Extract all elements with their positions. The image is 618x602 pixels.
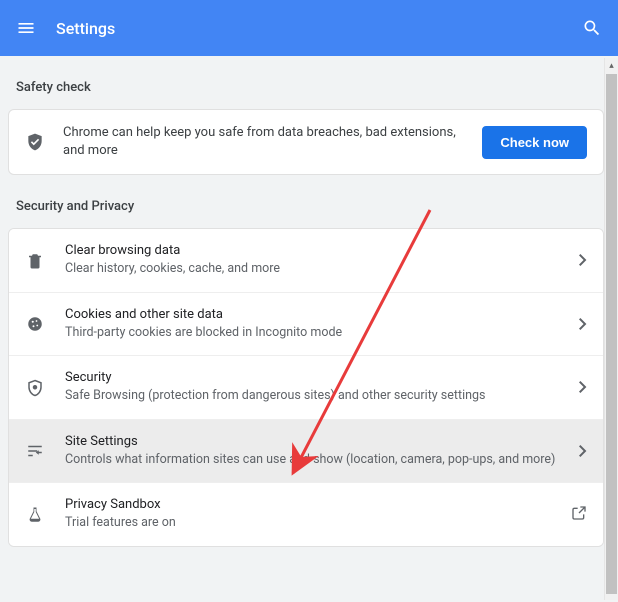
page-title: Settings <box>56 19 115 38</box>
row-sub: Controls what information sites can use … <box>65 451 559 469</box>
cookie-icon <box>25 315 45 333</box>
row-sub: Clear history, cookies, cache, and more <box>65 260 559 278</box>
check-now-button[interactable]: Check now <box>482 126 587 159</box>
row-cookies[interactable]: Cookies and other site data Third-party … <box>9 292 603 356</box>
safety-row: Chrome can help keep you safe from data … <box>9 110 603 174</box>
scroll-thumb[interactable] <box>606 74 617 594</box>
row-title: Privacy Sandbox <box>65 497 551 512</box>
safety-check-heading: Safety check <box>8 56 604 109</box>
row-privacy-sandbox[interactable]: Privacy Sandbox Trial features are on <box>9 482 603 546</box>
chevron-right-icon <box>579 378 587 397</box>
app-header: Settings <box>0 0 618 56</box>
row-clear-browsing-data[interactable]: Clear browsing data Clear history, cooki… <box>9 229 603 292</box>
search-icon[interactable] <box>582 18 602 38</box>
row-security[interactable]: Security Safe Browsing (protection from … <box>9 355 603 419</box>
row-text: Clear browsing data Clear history, cooki… <box>65 243 559 278</box>
row-text: Security Safe Browsing (protection from … <box>65 370 559 405</box>
chevron-right-icon <box>579 315 587 334</box>
content-area: Safety check Chrome can help keep you sa… <box>0 56 618 602</box>
row-text: Site Settings Controls what information … <box>65 434 559 469</box>
row-site-settings[interactable]: Site Settings Controls what information … <box>9 419 603 483</box>
scroll-up-icon[interactable]: ▴ <box>605 58 618 74</box>
flask-icon <box>25 506 45 524</box>
security-privacy-heading: Security and Privacy <box>8 175 604 228</box>
menu-icon[interactable] <box>16 18 36 38</box>
row-text: Cookies and other site data Third-party … <box>65 307 559 342</box>
chevron-right-icon <box>579 442 587 461</box>
row-sub: Safe Browsing (protection from dangerous… <box>65 387 559 405</box>
row-text: Privacy Sandbox Trial features are on <box>65 497 551 532</box>
row-title: Security <box>65 370 559 385</box>
row-title: Cookies and other site data <box>65 307 559 322</box>
tune-icon <box>25 442 45 460</box>
header-left: Settings <box>16 18 115 38</box>
row-sub: Trial features are on <box>65 514 551 532</box>
row-title: Site Settings <box>65 434 559 449</box>
row-sub: Third-party cookies are blocked in Incog… <box>65 324 559 342</box>
open-in-new-icon <box>571 505 587 525</box>
scrollbar[interactable]: ▴ <box>604 58 618 600</box>
shield-icon <box>25 379 45 397</box>
safety-text: Chrome can help keep you safe from data … <box>63 124 464 160</box>
shield-check-icon <box>25 132 45 152</box>
chevron-right-icon <box>579 251 587 270</box>
trash-icon <box>25 252 45 270</box>
privacy-card: Clear browsing data Clear history, cooki… <box>8 228 604 547</box>
row-title: Clear browsing data <box>65 243 559 258</box>
safety-card: Chrome can help keep you safe from data … <box>8 109 604 175</box>
